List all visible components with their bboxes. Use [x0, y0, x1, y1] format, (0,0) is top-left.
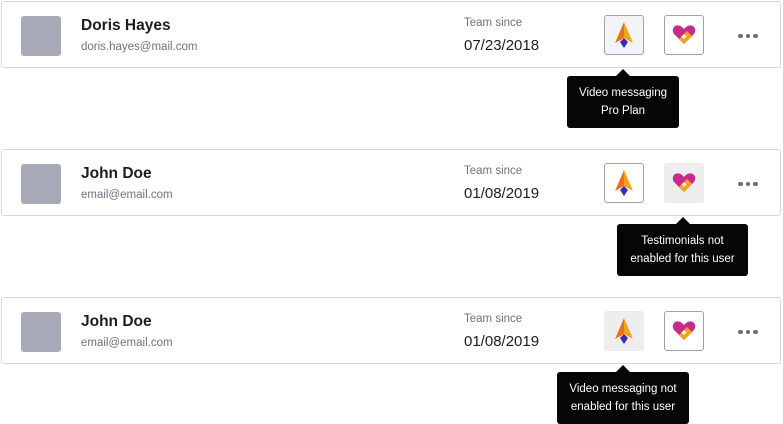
testimonials-button[interactable] — [664, 311, 704, 351]
more-options-button[interactable] — [732, 25, 764, 47]
video-messaging-button[interactable] — [604, 311, 644, 351]
tooltip-video-messaging-not-enabled: Video messaging not enabled for this use… — [557, 365, 689, 424]
testimonials-button[interactable] — [664, 15, 704, 55]
team-since-label: Team since — [464, 165, 523, 177]
team-since-date: 01/08/2019 — [464, 185, 540, 202]
video-messaging-button[interactable] — [604, 163, 644, 203]
testimonials-heart-app-icon — [672, 25, 696, 44]
testimonials-heart-app-icon — [672, 321, 696, 340]
avatar — [21, 312, 61, 352]
user-card: Doris Hayes doris.hayes@mail.com Team si… — [1, 1, 781, 68]
video-messaging-app-icon — [615, 170, 633, 196]
video-messaging-button[interactable] — [604, 15, 644, 55]
team-since-label: Team since — [464, 313, 523, 325]
avatar — [21, 16, 61, 56]
user-name: John Doe — [81, 165, 152, 182]
user-card: John Doe email@email.com Team since 01/0… — [1, 297, 781, 364]
user-card: John Doe email@email.com Team since 01/0… — [1, 149, 781, 216]
avatar — [21, 164, 61, 204]
team-since-label: Team since — [464, 17, 523, 29]
video-messaging-app-icon — [615, 318, 633, 344]
more-options-button[interactable] — [732, 321, 764, 343]
user-name: Doris Hayes — [81, 17, 171, 34]
more-options-icon — [738, 329, 743, 335]
more-options-icon — [738, 33, 743, 39]
user-name: John Doe — [81, 313, 152, 330]
team-since-date: 01/08/2019 — [464, 333, 540, 350]
user-email: email@email.com — [81, 337, 173, 349]
user-email: doris.hayes@mail.com — [81, 41, 198, 53]
more-options-button[interactable] — [732, 173, 764, 195]
tooltip-video-messaging-plan: Video messaging Pro Plan — [567, 69, 679, 128]
testimonials-heart-app-icon — [672, 173, 696, 192]
team-since-date: 07/23/2018 — [464, 37, 540, 54]
more-options-icon — [738, 181, 743, 187]
user-email: email@email.com — [81, 189, 173, 201]
testimonials-button[interactable] — [664, 163, 704, 203]
tooltip-testimonials-not-enabled: Testimonials not enabled for this user — [617, 217, 748, 276]
video-messaging-app-icon — [615, 22, 633, 48]
